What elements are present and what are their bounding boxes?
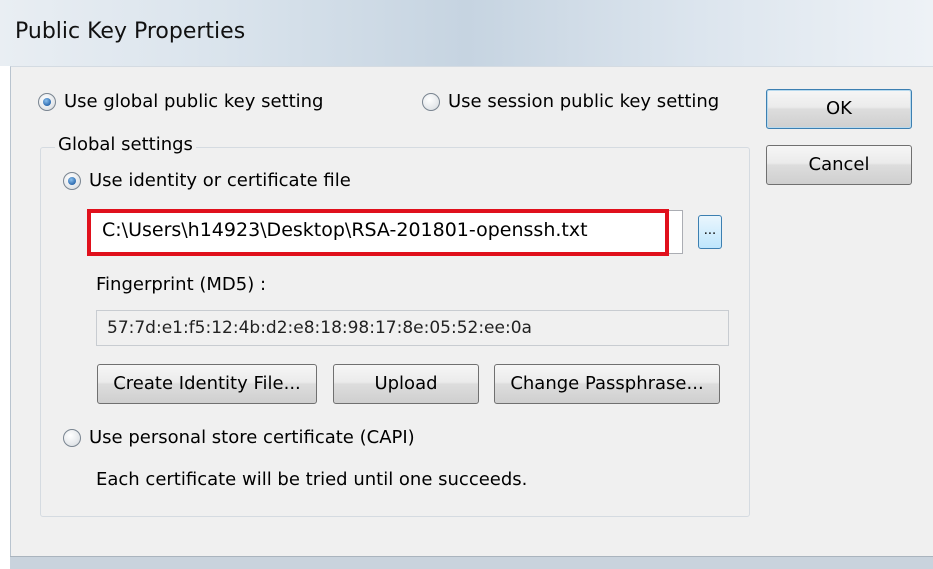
identity-file-label: Use identity or certificate file [89, 170, 351, 191]
browse-button[interactable]: ... [698, 215, 722, 249]
fingerprint-field: 57:7d:e1:f5:12:4b:d2:e8:18:98:17:8e:05:5… [96, 310, 729, 346]
cancel-button[interactable]: Cancel [766, 145, 912, 185]
capi-label: Use personal store certificate (CAPI) [89, 427, 415, 448]
window-title: Public Key Properties [15, 19, 246, 44]
title-bar: Public Key Properties [0, 0, 933, 66]
identity-file-option[interactable]: Use identity or certificate file [63, 170, 351, 191]
fingerprint-label: Fingerprint (MD5) : [96, 274, 267, 295]
session-setting-radio[interactable] [422, 92, 440, 111]
global-setting-radio[interactable] [38, 92, 56, 111]
upload-button[interactable]: Upload [333, 364, 479, 404]
window-bottom-border [10, 556, 933, 569]
global-settings-title: Global settings [55, 134, 196, 155]
ok-button[interactable]: OK [766, 89, 912, 129]
capi-note: Each certificate will be tried until one… [96, 469, 528, 490]
identity-file-path-input[interactable]: C:\Users\h14923\Desktop\RSA-201801-opens… [87, 210, 683, 254]
session-setting-option[interactable]: Use session public key setting [422, 91, 719, 112]
global-setting-option[interactable]: Use global public key setting [38, 91, 323, 112]
capi-option[interactable]: Use personal store certificate (CAPI) [63, 427, 415, 448]
session-setting-label: Use session public key setting [448, 91, 720, 112]
fingerprint-value: 57:7d:e1:f5:12:4b:d2:e8:18:98:17:8e:05:5… [107, 318, 532, 338]
change-passphrase-button[interactable]: Change Passphrase... [494, 364, 720, 404]
create-identity-file-button[interactable]: Create Identity File... [97, 364, 317, 404]
global-setting-label: Use global public key setting [64, 91, 324, 112]
public-key-properties-dialog: Public Key Properties Use global public … [0, 0, 933, 569]
identity-file-path-value: C:\Users\h14923\Desktop\RSA-201801-opens… [102, 219, 588, 241]
capi-radio[interactable] [63, 428, 81, 447]
identity-file-radio[interactable] [63, 171, 81, 190]
